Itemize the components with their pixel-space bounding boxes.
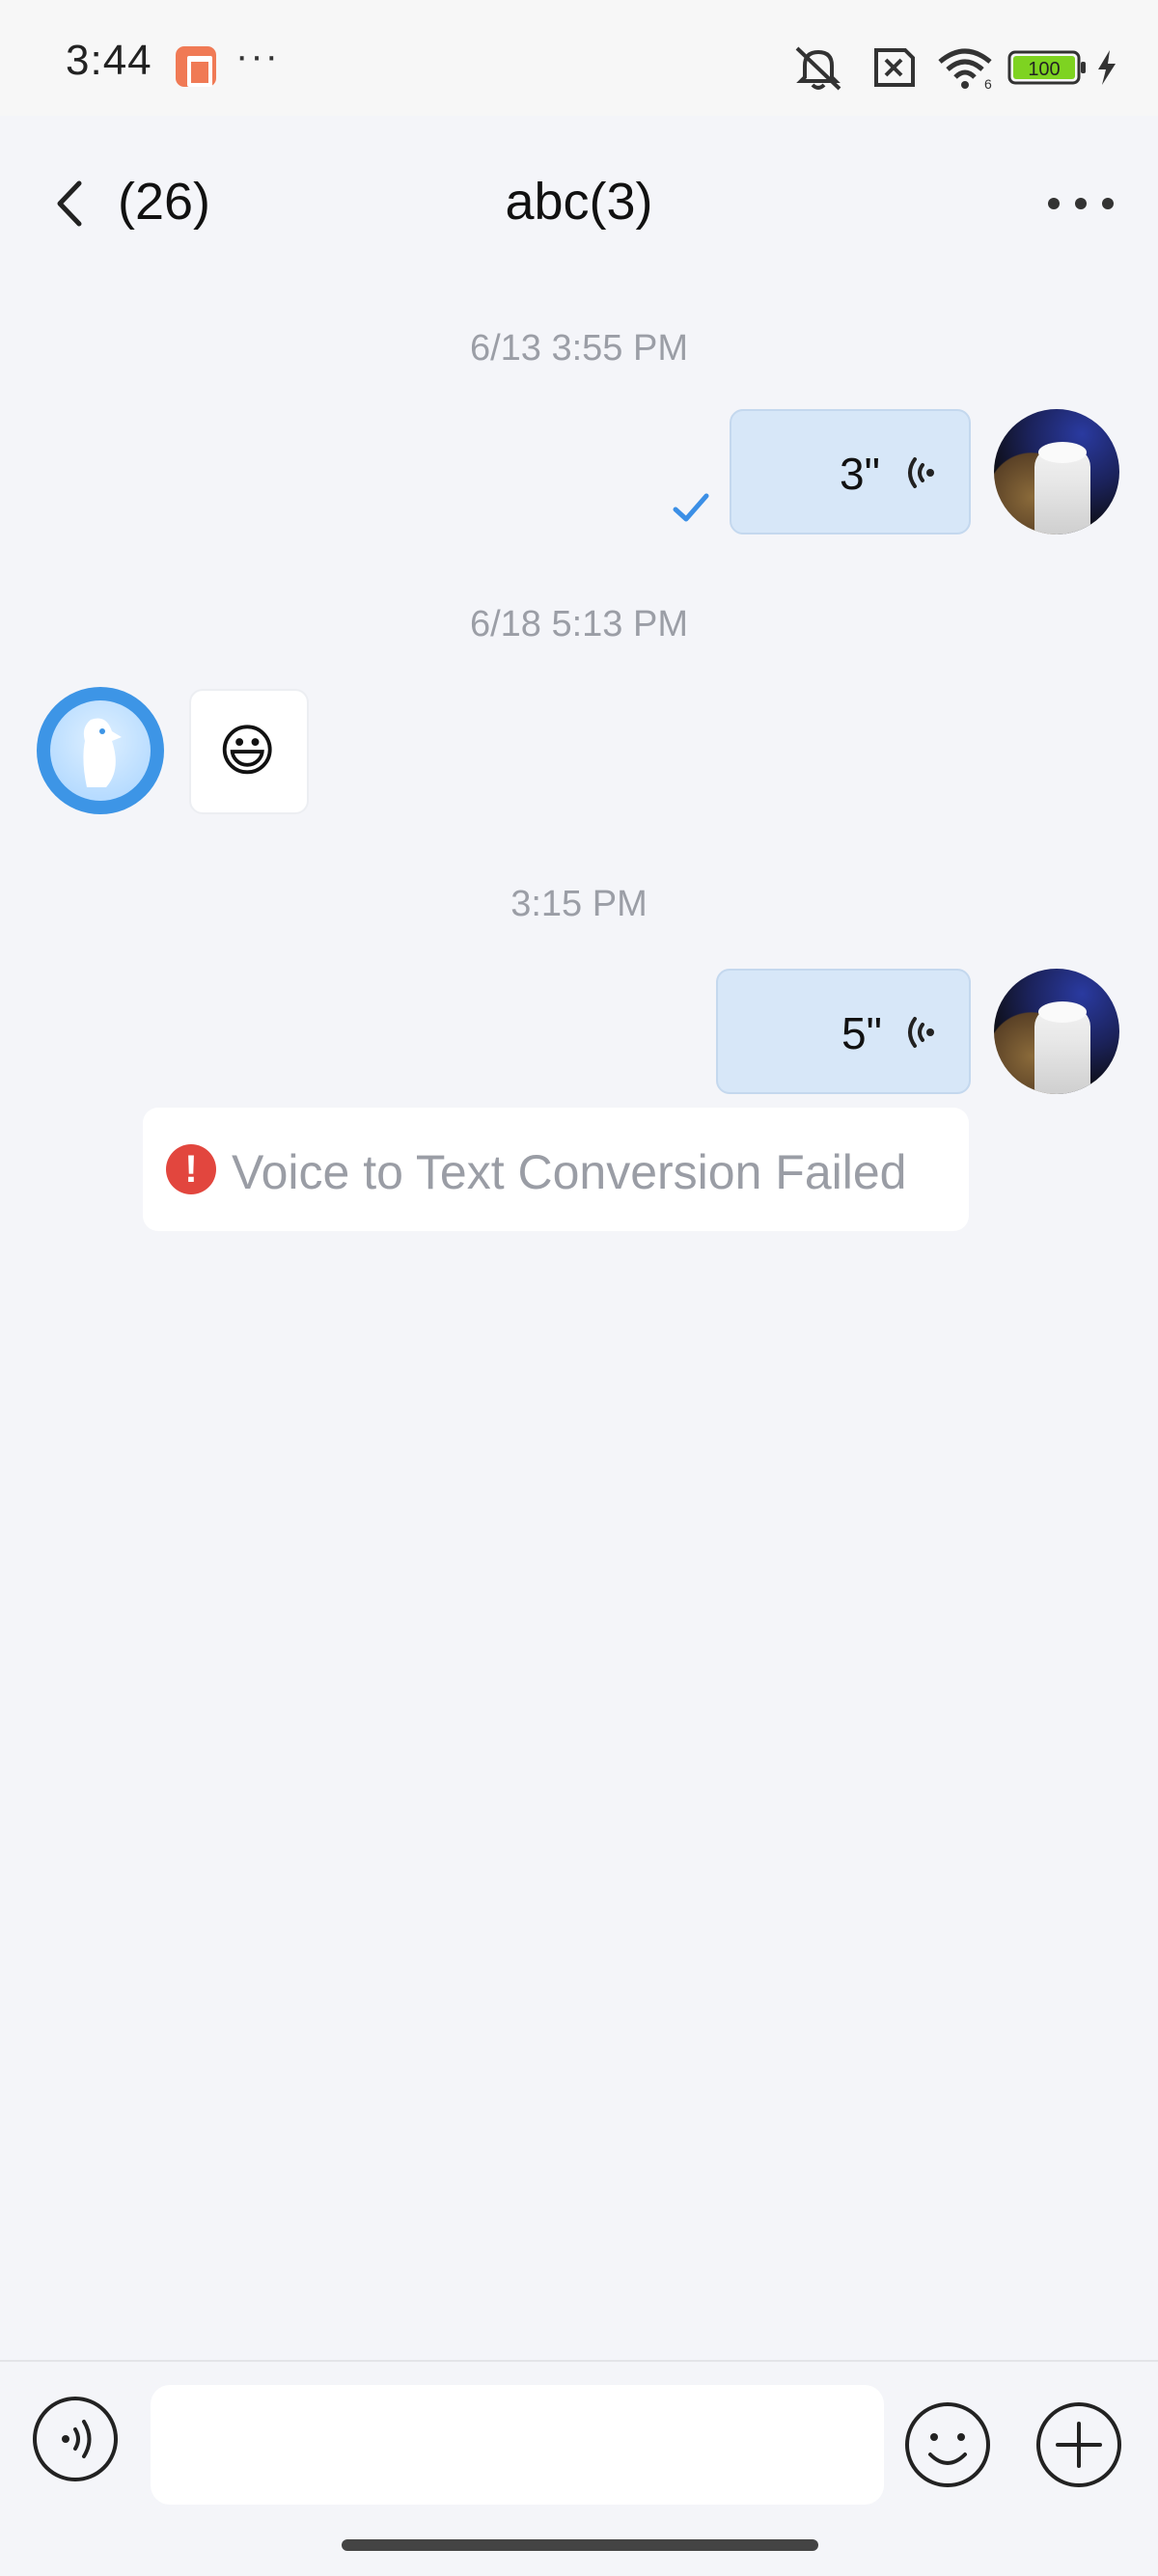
emoji-button[interactable] [903, 2400, 992, 2489]
voice-duration: 3" [840, 449, 880, 499]
voice-message-bubble[interactable]: 3" [730, 409, 971, 534]
avatar-image [1034, 442, 1090, 534]
chat-title: abc(3) [505, 173, 653, 231]
status-bar: 3:44 ··· 6 100 [0, 0, 1158, 116]
no-sim-icon [874, 48, 915, 87]
my-avatar[interactable] [994, 409, 1119, 534]
message-timestamp: 3:15 PM [510, 884, 648, 924]
chat-header: (26) abc(3) [0, 116, 1158, 289]
voice-input-button[interactable] [31, 2395, 120, 2483]
emoji-message-bubble[interactable]: 😃 [189, 689, 309, 814]
voice-duration: 5" [841, 1008, 882, 1058]
mute-icon [795, 46, 841, 91]
avatar-image [1034, 1001, 1090, 1094]
more-actions-button[interactable] [1034, 2400, 1123, 2489]
voice-message-bubble[interactable]: 5" [716, 969, 971, 1094]
my-avatar[interactable] [994, 969, 1119, 1094]
battery-icon: 100 [1007, 50, 1086, 85]
svg-text:6: 6 [984, 76, 992, 91]
contact-avatar[interactable] [37, 687, 164, 814]
penguin-icon [83, 718, 122, 787]
charging-icon [1098, 50, 1116, 85]
message-input[interactable] [151, 2385, 884, 2505]
voice-wave-icon [908, 1017, 934, 1048]
error-icon: ! [166, 1144, 216, 1194]
error-message: Voice to Text Conversion Failed [232, 1145, 907, 1199]
smiley-emoji: 😃 [218, 720, 277, 782]
message-timestamp: 6/13 3:55 PM [469, 328, 689, 369]
app-notification-icon [176, 46, 216, 87]
voice-wave-icon [908, 457, 934, 488]
home-indicator[interactable] [342, 2539, 818, 2551]
more-notifications-icon: ··· [235, 35, 280, 77]
wifi-icon: 6 [938, 48, 992, 91]
read-check-icon [673, 493, 709, 522]
voice-to-text-error: ! Voice to Text Conversion Failed [143, 1108, 969, 1231]
more-options-button[interactable] [1042, 189, 1119, 218]
status-time: 3:44 [66, 37, 152, 84]
input-bar [0, 2360, 1158, 2524]
message-timestamp: 6/18 5:13 PM [469, 604, 689, 644]
battery-level: 100 [1028, 59, 1060, 80]
